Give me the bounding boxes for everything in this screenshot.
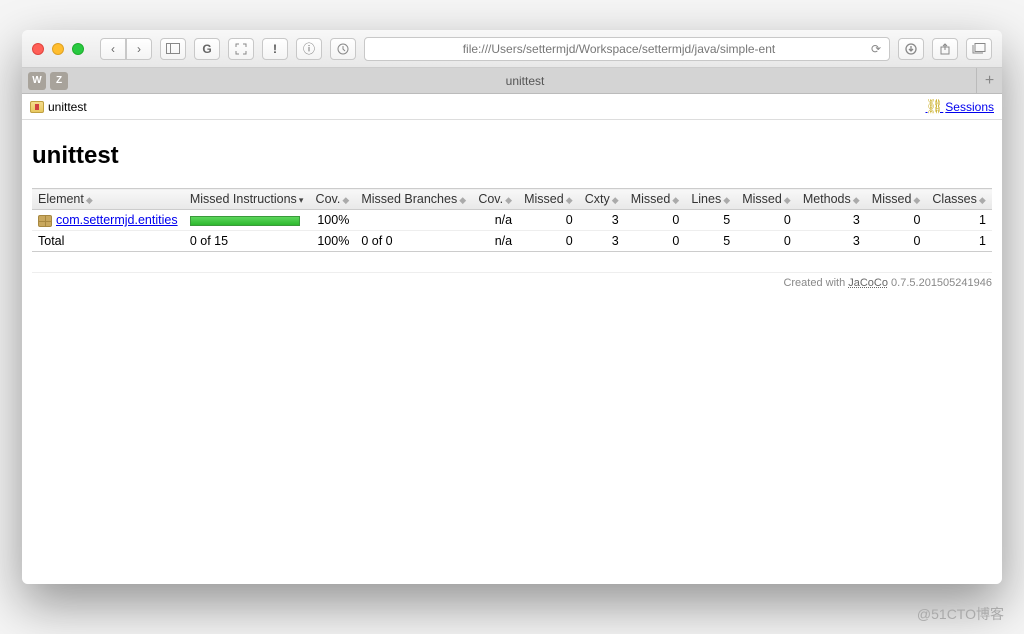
breadcrumb-current: unittest [48,100,87,114]
cell-cov2: n/a [472,231,518,252]
breadcrumb: unittest [30,100,87,114]
maximize-window-button[interactable] [72,43,84,55]
url-bar[interactable]: file:///Users/settermjd/Workspace/setter… [364,37,890,61]
cell-missed2: 0 [625,231,686,252]
expand-button[interactable] [228,38,254,60]
close-window-button[interactable] [32,43,44,55]
cell-missed-branches: 0 of 0 [355,231,472,252]
refresh-icon[interactable]: ⟳ [871,42,881,56]
clock-button[interactable] [330,38,356,60]
col-classes[interactable]: Classes◆ [926,189,992,210]
sidebar-button[interactable] [160,38,186,60]
share-button[interactable] [932,38,958,60]
cell-element: Total [32,231,184,252]
info-button[interactable]: ! [262,38,288,60]
cell-lines: 5 [685,210,736,231]
back-button[interactable]: ‹ [100,38,126,60]
page-content: unittest ⛓ Sessions unittest Element◆ Mi… [22,94,1002,584]
nav-buttons: ‹ › [100,38,152,60]
cell-element: com.settermjd.entities [32,210,184,231]
col-lines[interactable]: Lines◆ [685,189,736,210]
downloads-button[interactable] [898,38,924,60]
tab-bar: W Z unittest + [22,68,1002,94]
page-title: unittest [32,142,992,170]
col-cov2[interactable]: Cov.◆ [472,189,518,210]
coverage-bar [190,216,300,226]
cell-cxty: 3 [579,210,625,231]
tab-shortcut-z[interactable]: Z [50,72,68,90]
col-missed-branches[interactable]: Missed Branches◆ [355,189,472,210]
cell-cov1: 100% [310,210,356,231]
cell-lines: 5 [685,231,736,252]
url-text: file:///Users/settermjd/Workspace/setter… [373,42,865,56]
col-missed-instr[interactable]: Missed Instructions▾ [184,189,310,210]
minimize-window-button[interactable] [52,43,64,55]
report-icon [30,101,44,113]
cell-classes: 1 [926,210,992,231]
cell-cov1: 100% [310,231,356,252]
tab-shortcuts: W Z [22,72,74,90]
package-link[interactable]: com.settermjd.entities [56,213,178,227]
sessions-icon: ⛓ [926,98,944,115]
footer-credit: Created with JaCoCo 0.7.5.201505241946 [32,272,992,289]
reload-toolbar-button[interactable]: G [194,38,220,60]
jacoco-link[interactable]: JaCoCo [848,277,888,289]
tab-title: unittest [74,74,976,88]
col-cov1[interactable]: Cov.◆ [310,189,356,210]
col-missed4[interactable]: Missed◆ [866,189,927,210]
table-header-row: Element◆ Missed Instructions▾ Cov.◆ Miss… [32,189,992,210]
coverage-table: Element◆ Missed Instructions▾ Cov.◆ Miss… [32,188,992,252]
cell-methods: 3 [797,210,866,231]
browser-toolbar: ‹ › G ! ⓘ file:///Users/settermjd/Worksp… [22,30,1002,68]
tab-shortcut-w[interactable]: W [28,72,46,90]
cell-missed1: 0 [518,210,579,231]
cell-missed-branches [355,210,472,231]
tabs-button[interactable] [966,38,992,60]
table-row: com.settermjd.entities 100% n/a 0 3 0 5 … [32,210,992,231]
forward-button[interactable]: › [126,38,152,60]
cell-missed4: 0 [866,210,927,231]
col-cxty[interactable]: Cxty◆ [579,189,625,210]
breadcrumb-bar: unittest ⛓ Sessions [22,94,1002,120]
browser-window: ‹ › G ! ⓘ file:///Users/settermjd/Worksp… [22,30,1002,584]
traffic-lights [32,43,84,55]
table-row-total: Total 0 of 15 100% 0 of 0 n/a 0 3 0 5 0 … [32,231,992,252]
sessions-link[interactable]: ⛓ Sessions [926,98,994,115]
watermark: @51CTO博客 [917,604,1004,624]
cell-cxty: 3 [579,231,625,252]
package-icon [38,215,52,227]
col-missed1[interactable]: Missed◆ [518,189,579,210]
col-methods[interactable]: Methods◆ [797,189,866,210]
cell-methods: 3 [797,231,866,252]
new-tab-button[interactable]: + [976,68,1002,94]
sessions-label: Sessions [945,100,994,114]
cell-cov2: n/a [472,210,518,231]
circle-info-button[interactable]: ⓘ [296,38,322,60]
cell-missed-instr: 0 of 15 [184,231,310,252]
report-body: unittest Element◆ Missed Instructions▾ C… [22,120,1002,309]
cell-missed1: 0 [518,231,579,252]
cell-missed-instr [184,210,310,231]
col-missed3[interactable]: Missed◆ [736,189,797,210]
col-missed2[interactable]: Missed◆ [625,189,686,210]
col-element[interactable]: Element◆ [32,189,184,210]
cell-missed4: 0 [866,231,927,252]
cell-classes: 1 [926,231,992,252]
cell-missed3: 0 [736,231,797,252]
cell-missed3: 0 [736,210,797,231]
cell-missed2: 0 [625,210,686,231]
